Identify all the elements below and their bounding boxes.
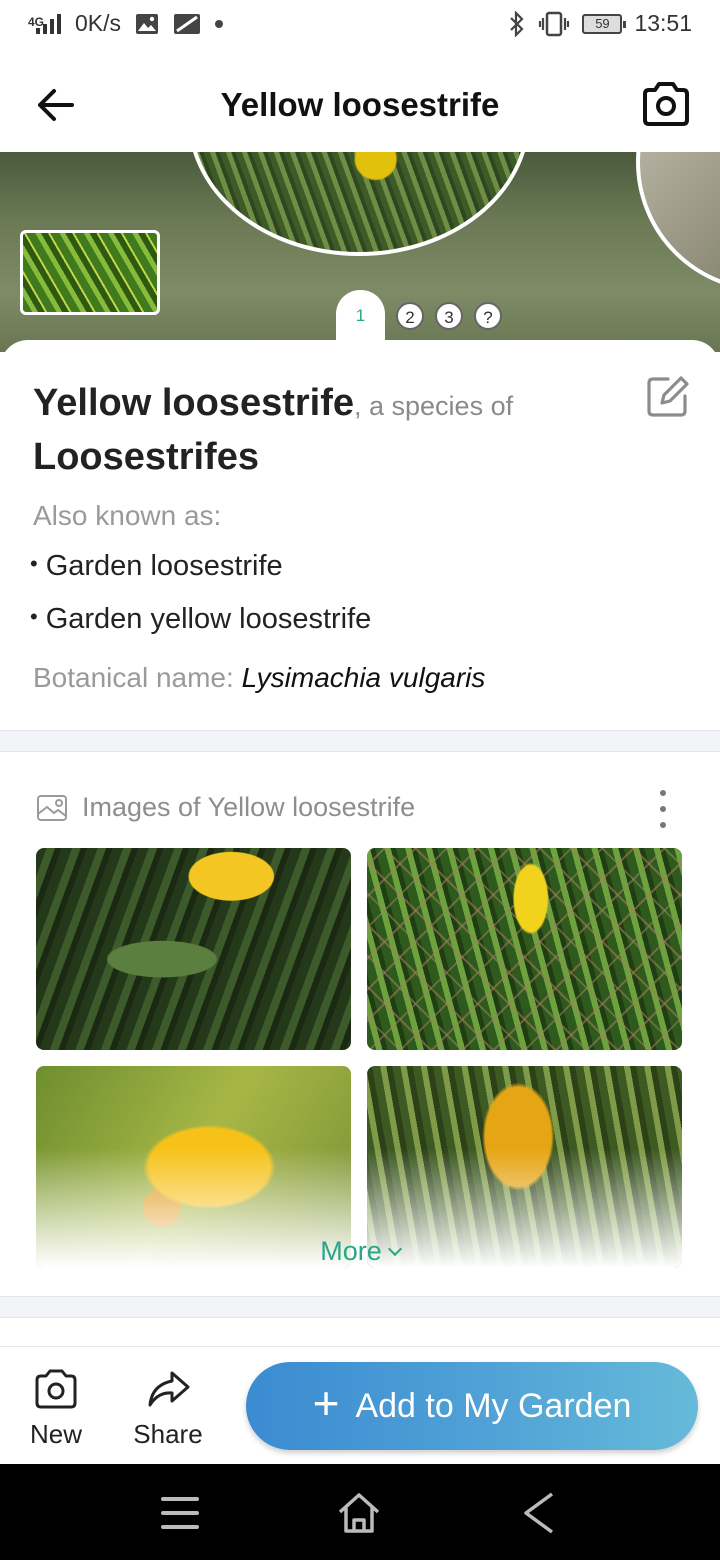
pager-tab-3[interactable]: 3 [435,302,463,330]
genus-name[interactable]: Loosestrifes [33,434,593,480]
edit-icon[interactable] [644,374,690,420]
share-icon [148,1371,190,1407]
camera-icon [35,1369,77,1409]
species-name: Yellow loosestrife [33,382,354,424]
images-header: Images of Yellow loosestrife [36,792,415,823]
gallery-notification-icon [136,13,159,34]
camera-icon[interactable] [640,80,692,128]
species-info-card: Yellow loosestrife, a species of Loosest… [0,340,720,730]
net-speed: 0K/s [75,10,122,36]
gallery-photo[interactable] [367,848,682,1050]
clock: 13:51 [634,10,692,36]
aka-label: Also known as: [33,500,222,531]
image-notification-icon [174,13,201,34]
page-title: Yellow loosestrife [220,86,500,123]
network-type: 4G [28,14,45,29]
botanical-name-row: Botanical name: Lysimachia vulgaris [33,662,485,694]
species-heading: Yellow loosestrife, a species of Loosest… [33,380,593,480]
images-section: Images of Yellow loosestrife More [0,752,720,1296]
add-to-garden-label: Add to My Garden [355,1386,632,1425]
home-icon[interactable] [336,1490,382,1536]
aka-item: • Garden loosestrife [30,550,283,582]
share-label: Share [133,1419,203,1449]
battery-icon: 59 [582,13,627,34]
new-button[interactable]: New [11,1367,101,1450]
status-bar: 4G 0K/s 59 13:51 [0,0,720,52]
menu-icon[interactable] [157,1490,203,1536]
back-triangle-icon[interactable] [516,1490,562,1536]
images-title: Images of Yellow loosestrife [82,792,416,822]
hero-secondary-photo[interactable] [636,152,720,292]
app-bar: Yellow loosestrife [0,52,720,152]
system-nav-bar [0,1464,720,1560]
more-options-icon[interactable] [648,790,678,828]
chevron-down-icon [387,1241,402,1257]
image-gallery [36,848,684,1268]
botanical-name: Lysimachia vulgaris [241,662,486,693]
hero-thumbnail[interactable] [20,230,160,315]
pager-tab-1[interactable]: 1 [336,290,385,344]
species-of-label: , a species of [354,391,514,421]
section-divider [0,1296,720,1318]
new-label: New [29,1419,82,1449]
add-to-garden-button[interactable]: + Add to My Garden [246,1362,698,1450]
carousel-pager: 1 2 3 ? [336,290,502,344]
hero-main-photo[interactable] [188,152,530,256]
vibrate-icon [539,11,570,36]
more-images-link[interactable]: More [0,1236,720,1267]
plus-icon: + [312,1377,340,1429]
botanical-label: Botanical name: [33,662,242,693]
notification-dot-icon [215,19,224,28]
pager-tab-unknown[interactable]: ? [474,302,502,330]
pager-tab-2[interactable]: 2 [396,302,424,330]
signal-icon: 4G [28,13,62,34]
share-button[interactable]: Share [123,1367,213,1450]
image-gallery-icon [37,794,67,821]
section-divider [0,730,720,752]
bluetooth-icon [510,10,524,37]
gallery-photo[interactable] [36,848,351,1050]
aka-item: • Garden yellow loosestrife [30,603,372,635]
bottom-action-bar: New Share + Add to My Garden [0,1346,720,1464]
